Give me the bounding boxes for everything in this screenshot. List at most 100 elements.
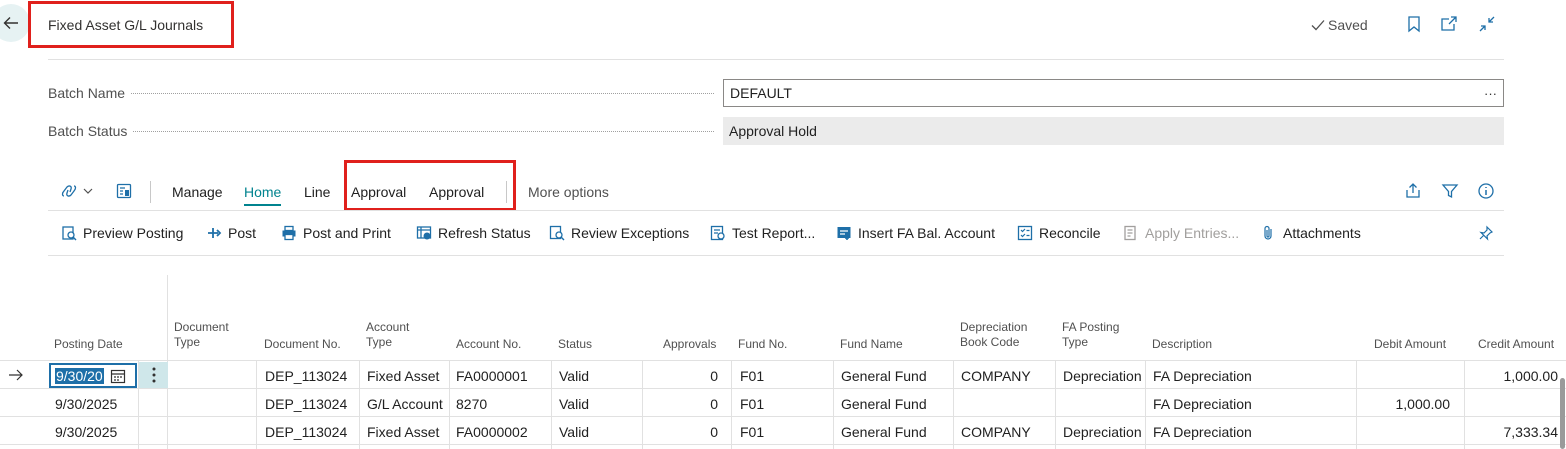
- attachments-label: Attachments: [1283, 225, 1361, 241]
- cell-fund-no[interactable]: F01: [740, 368, 764, 384]
- cell-debit-amount[interactable]: 1,000.00: [1360, 396, 1451, 412]
- tab-line[interactable]: Line: [304, 184, 330, 200]
- paperclip-icon: [1264, 225, 1272, 240]
- col-header-fa-posting-line1: FA Posting: [1062, 320, 1120, 334]
- cell-fa-posting-type[interactable]: Depreciation: [1063, 368, 1142, 384]
- col-header-approvals[interactable]: Approvals: [663, 337, 716, 352]
- tab-divider: [48, 210, 1504, 211]
- cell-account-type[interactable]: Fixed Asset: [367, 424, 439, 440]
- cell-approvals[interactable]: 0: [660, 368, 718, 384]
- col-header-description[interactable]: Description: [1152, 337, 1212, 352]
- review-exceptions-label: Review Exceptions: [571, 225, 690, 241]
- cell-fund-no[interactable]: F01: [740, 424, 764, 440]
- cell-fa-posting-type[interactable]: Depreciation: [1063, 424, 1142, 440]
- back-button[interactable]: [0, 4, 30, 42]
- col-header-account-type-line2: Type: [366, 335, 393, 349]
- grid-col-divider: [833, 360, 834, 449]
- batch-status-label: Batch Status: [48, 123, 128, 139]
- cell-posting-date[interactable]: 9/30/2025: [55, 424, 117, 440]
- cell-depreciation-book-code[interactable]: COMPANY: [961, 368, 1031, 384]
- cell-credit-amount[interactable]: 7,333.34: [1466, 424, 1559, 440]
- collapse-icon[interactable]: [1478, 15, 1496, 33]
- bookmark-icon[interactable]: [1405, 15, 1423, 33]
- apply-entries-icon: [1124, 225, 1136, 241]
- grid-row-divider: [0, 444, 1566, 445]
- col-header-fa-posting-type[interactable]: FA Posting Type: [1062, 320, 1119, 350]
- col-header-document-no[interactable]: Document No.: [264, 337, 341, 352]
- col-header-status[interactable]: Status: [558, 337, 592, 352]
- post-and-print-button[interactable]: Post and Print: [281, 225, 391, 241]
- col-header-credit-amount[interactable]: Credit Amount: [1478, 337, 1554, 352]
- cell-approvals[interactable]: 0: [660, 424, 718, 440]
- copilot-menu-button[interactable]: [60, 182, 94, 200]
- cell-status[interactable]: Valid: [559, 396, 589, 412]
- cell-account-no[interactable]: FA0000001: [456, 368, 528, 384]
- tab-more-options[interactable]: More options: [528, 184, 609, 200]
- tab-manage[interactable]: Manage: [172, 184, 223, 200]
- open-new-window-icon[interactable]: [1440, 15, 1458, 33]
- col-header-account-no[interactable]: Account No.: [456, 337, 521, 352]
- tab-home[interactable]: Home: [244, 184, 282, 206]
- cell-fund-name[interactable]: General Fund: [841, 424, 927, 440]
- page-title: Fixed Asset G/L Journals: [48, 17, 204, 33]
- cell-account-type[interactable]: G/L Account: [367, 396, 443, 412]
- vertical-scrollbar[interactable]: [1560, 378, 1565, 449]
- col-header-document-type[interactable]: Document Type: [174, 320, 229, 350]
- cell-document-no[interactable]: DEP_113024: [265, 396, 347, 412]
- grid-row-divider: [0, 416, 1566, 417]
- cell-description[interactable]: FA Depreciation: [1153, 396, 1252, 412]
- cell-document-no[interactable]: DEP_113024: [265, 424, 347, 440]
- cell-posting-date[interactable]: 9/30/2025: [55, 396, 117, 412]
- apply-entries-button[interactable]: Apply Entries...: [1123, 225, 1239, 241]
- info-icon[interactable]: [1477, 182, 1495, 203]
- cell-depreciation-book-code[interactable]: COMPANY: [961, 424, 1031, 440]
- reconcile-button[interactable]: Reconcile: [1017, 225, 1100, 241]
- col-header-depreciation-book-code[interactable]: Depreciation Book Code: [960, 320, 1027, 350]
- cell-status[interactable]: Valid: [559, 424, 589, 440]
- action-bar: Preview Posting Post Post and Print Refr…: [48, 222, 1504, 248]
- row-actions-button[interactable]: [139, 362, 168, 388]
- insert-fa-icon: [837, 227, 851, 240]
- batch-name-field[interactable]: DEFAULT ···: [723, 79, 1504, 107]
- posting-date-input[interactable]: 9/30/20: [49, 363, 137, 388]
- cell-fund-name[interactable]: General Fund: [841, 396, 927, 412]
- attachments-button[interactable]: Attachments: [1261, 225, 1361, 241]
- cell-fund-name[interactable]: General Fund: [841, 368, 927, 384]
- col-header-debit-amount[interactable]: Debit Amount: [1374, 337, 1446, 352]
- cell-account-type[interactable]: Fixed Asset: [367, 368, 439, 384]
- post-button[interactable]: Post: [206, 225, 256, 241]
- cell-account-no[interactable]: FA0000002: [456, 424, 528, 440]
- col-header-account-type-line1: Account: [366, 320, 410, 334]
- col-header-document-type-line1: Document: [174, 320, 229, 334]
- test-report-icon: [710, 225, 725, 241]
- edit-list-icon[interactable]: [115, 182, 133, 203]
- refresh-status-button[interactable]: Refresh Status: [416, 225, 531, 241]
- cell-description[interactable]: FA Depreciation: [1153, 368, 1252, 384]
- cell-account-no[interactable]: 8270: [456, 396, 487, 412]
- calendar-icon[interactable]: [110, 368, 126, 384]
- preview-posting-button[interactable]: Preview Posting: [61, 225, 183, 241]
- col-header-fund-name[interactable]: Fund Name: [840, 337, 903, 352]
- col-header-posting-date[interactable]: Posting Date: [54, 337, 123, 352]
- cell-document-no[interactable]: DEP_113024: [265, 368, 347, 384]
- print-icon: [282, 225, 296, 241]
- batch-name-lookup-button[interactable]: ···: [1484, 86, 1497, 101]
- col-header-fund-no[interactable]: Fund No.: [738, 337, 787, 352]
- test-report-button[interactable]: Test Report...: [710, 225, 815, 241]
- pin-action-bar-button[interactable]: [1478, 225, 1494, 241]
- cell-fund-no[interactable]: F01: [740, 396, 764, 412]
- cell-description[interactable]: FA Depreciation: [1153, 424, 1252, 440]
- grid-col-divider: [953, 360, 954, 449]
- cell-credit-amount[interactable]: 1,000.00: [1466, 368, 1559, 384]
- cell-approvals[interactable]: 0: [660, 396, 718, 412]
- share-icon[interactable]: [1404, 182, 1422, 203]
- review-exceptions-button[interactable]: Review Exceptions: [549, 225, 689, 241]
- col-header-account-type[interactable]: Account Type: [366, 320, 409, 350]
- batch-status-value: Approval Hold: [729, 123, 817, 139]
- grid-col-divider: [256, 360, 257, 449]
- insert-fa-bal-account-button[interactable]: Insert FA Bal. Account: [836, 225, 995, 241]
- reconcile-icon: [1017, 225, 1033, 241]
- filter-icon[interactable]: [1441, 182, 1459, 203]
- grid-header-divider: [0, 360, 1566, 361]
- cell-status[interactable]: Valid: [559, 368, 589, 384]
